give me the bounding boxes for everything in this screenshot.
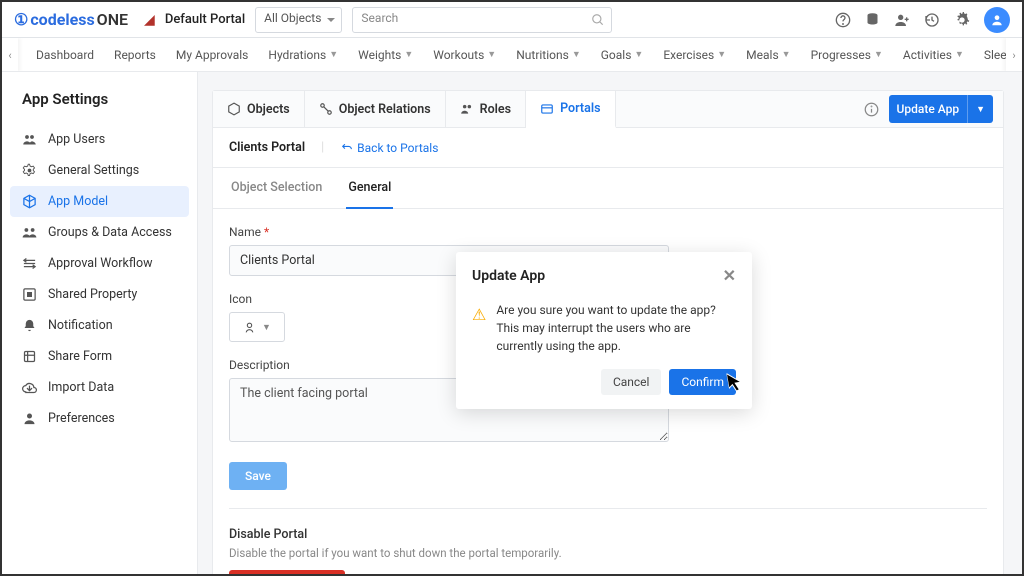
- settings-icon[interactable]: [954, 12, 970, 28]
- portal-name[interactable]: Default Portal: [165, 12, 245, 27]
- icon-picker[interactable]: ▼: [229, 312, 285, 342]
- nav-hydrations[interactable]: Hydrations▼: [258, 48, 348, 62]
- sidebar-icon: [22, 163, 38, 178]
- nav-goals[interactable]: Goals▼: [591, 48, 654, 62]
- sidebar-icon: [22, 287, 38, 302]
- tab-icon: [319, 102, 333, 116]
- save-button[interactable]: Save: [229, 462, 287, 490]
- sidebar-item-preferences[interactable]: Preferences: [2, 403, 197, 434]
- sidebar: App Settings App UsersGeneral SettingsAp…: [2, 72, 198, 574]
- top-bar: ①codelessONE ◢ Default Portal All Object…: [2, 2, 1022, 38]
- nav-exercises[interactable]: Exercises▼: [653, 48, 736, 62]
- logo[interactable]: ①codelessONE: [14, 10, 128, 29]
- nav-activities[interactable]: Activities▼: [893, 48, 974, 62]
- update-app-dropdown[interactable]: ▼: [967, 95, 993, 123]
- update-app-modal: Update App ✕ ⚠ Are you sure you want to …: [456, 252, 752, 409]
- nav-bar: ‹ DashboardReportsMy ApprovalsHydrations…: [2, 38, 1022, 72]
- sidebar-icon: [22, 411, 38, 426]
- back-to-portals-link[interactable]: Back to Portals: [340, 141, 438, 155]
- nav-progresses[interactable]: Progresses▼: [801, 48, 893, 62]
- cancel-button[interactable]: Cancel: [601, 369, 662, 395]
- sidebar-item-shared-property[interactable]: Shared Property: [2, 279, 197, 310]
- search-input[interactable]: Search: [352, 7, 612, 33]
- nav-workouts[interactable]: Workouts▼: [423, 48, 506, 62]
- sidebar-title: App Settings: [2, 86, 197, 124]
- user-add-icon[interactable]: [894, 12, 910, 28]
- model-tabs: ObjectsObject RelationsRolesPortals Upda…: [213, 91, 1003, 128]
- disable-portal-title: Disable Portal: [229, 527, 987, 542]
- sidebar-icon: [22, 225, 38, 240]
- history-icon[interactable]: [924, 12, 940, 28]
- modal-title: Update App: [472, 268, 545, 284]
- warning-icon: ⚠: [472, 303, 486, 355]
- subtab-object-selection[interactable]: Object Selection: [229, 168, 324, 208]
- sidebar-item-groups-data-access[interactable]: Groups & Data Access: [2, 217, 197, 248]
- sidebar-item-import-data[interactable]: Import Data: [2, 372, 197, 403]
- tab-objects[interactable]: Objects: [213, 91, 305, 127]
- subtab-general[interactable]: General: [346, 168, 393, 209]
- user-avatar[interactable]: [984, 7, 1010, 33]
- sidebar-item-app-model[interactable]: App Model: [10, 186, 189, 217]
- sidebar-item-notification[interactable]: Notification: [2, 310, 197, 341]
- sidebar-item-app-users[interactable]: App Users: [2, 124, 197, 155]
- top-right-icons: [835, 7, 1010, 33]
- sidebar-icon: [22, 256, 38, 271]
- sidebar-item-general-settings[interactable]: General Settings: [2, 155, 197, 186]
- tab-icon: [540, 102, 554, 116]
- nav-nutritions[interactable]: Nutritions▼: [506, 48, 591, 62]
- tab-icon: [227, 102, 241, 116]
- confirm-button[interactable]: Confirm: [669, 369, 736, 395]
- name-label: Name *: [229, 225, 987, 239]
- sidebar-item-share-form[interactable]: Share Form: [2, 341, 197, 372]
- modal-message: Are you sure you want to update the app?…: [496, 301, 736, 355]
- nav-reports[interactable]: Reports: [104, 48, 166, 62]
- disable-portal-button[interactable]: Disable portal: [229, 570, 345, 574]
- search-icon: [591, 13, 605, 27]
- portal-icon: ◢: [144, 12, 155, 28]
- update-app-button[interactable]: Update App: [889, 95, 968, 123]
- help-icon[interactable]: [835, 12, 851, 28]
- disable-portal-desc: Disable the portal if you want to shut d…: [229, 546, 987, 560]
- nav-scroll-right[interactable]: ›: [1006, 38, 1022, 72]
- sidebar-item-approval-workflow[interactable]: Approval Workflow: [2, 248, 197, 279]
- nav-scroll-left[interactable]: ‹: [2, 38, 18, 72]
- nav-weights[interactable]: Weights▼: [348, 48, 423, 62]
- sidebar-icon: [22, 194, 38, 209]
- nav-my-approvals[interactable]: My Approvals: [166, 48, 259, 62]
- tab-portals[interactable]: Portals: [526, 91, 615, 128]
- sidebar-icon: [22, 380, 38, 395]
- nav-meals[interactable]: Meals▼: [736, 48, 800, 62]
- info-icon[interactable]: [864, 102, 879, 117]
- tab-icon: [460, 102, 474, 116]
- nav-dashboard[interactable]: Dashboard: [26, 48, 104, 62]
- modal-close-icon[interactable]: ✕: [723, 266, 736, 285]
- tab-roles[interactable]: Roles: [446, 91, 526, 127]
- object-filter-select[interactable]: All Objects: [255, 7, 342, 33]
- tab-object-relations[interactable]: Object Relations: [305, 91, 446, 127]
- sidebar-icon: [22, 318, 38, 333]
- breadcrumb-current: Clients Portal: [229, 140, 305, 155]
- database-icon[interactable]: [865, 12, 880, 27]
- sidebar-icon: [22, 132, 38, 147]
- sidebar-icon: [22, 349, 38, 364]
